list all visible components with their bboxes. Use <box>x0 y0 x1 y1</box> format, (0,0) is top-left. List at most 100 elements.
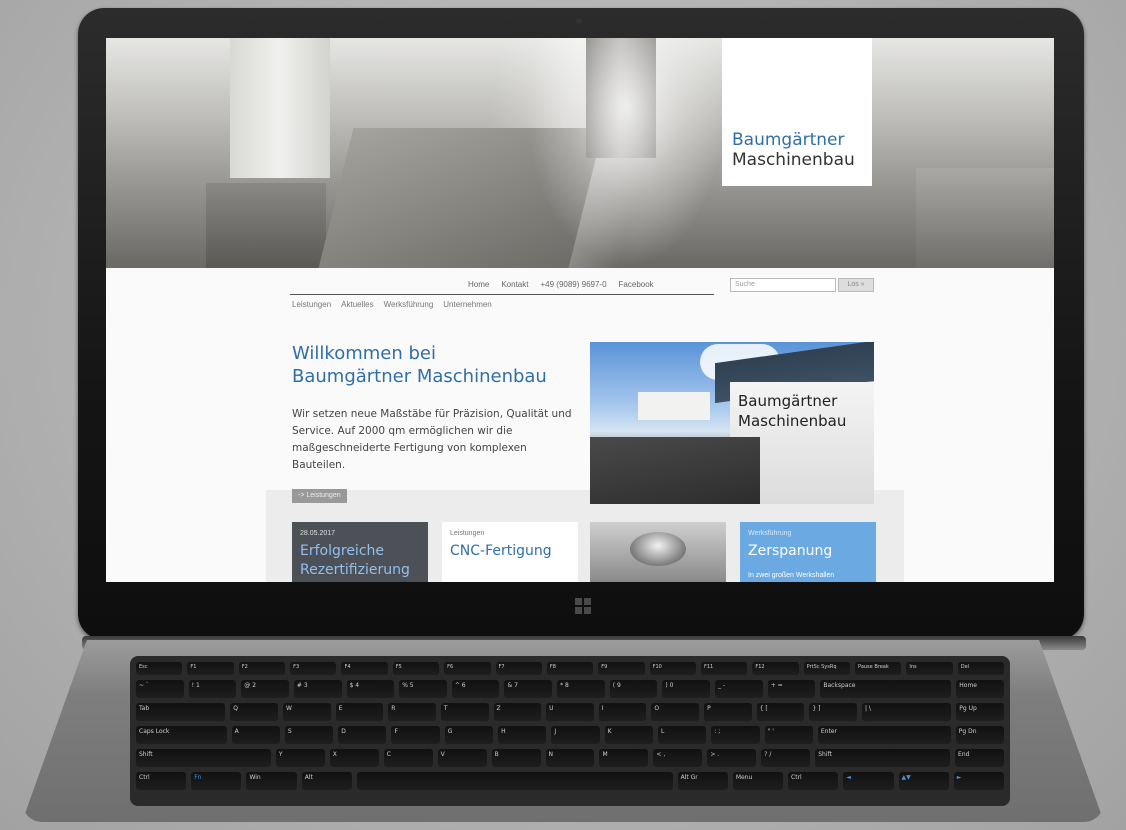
key[interactable]: R <box>388 703 436 721</box>
key[interactable]: U <box>546 703 594 721</box>
key[interactable]: M <box>599 749 649 767</box>
key[interactable]: # 3 <box>293 680 342 698</box>
image-tile[interactable] <box>590 522 726 582</box>
key[interactable]: < , <box>653 749 703 767</box>
key[interactable]: ? / <box>761 749 811 767</box>
tab-key[interactable]: Tab <box>136 703 226 721</box>
key[interactable]: D <box>338 726 387 744</box>
key[interactable]: E <box>335 703 384 721</box>
key[interactable]: $ 4 <box>346 680 395 698</box>
arrow-up-down-icon[interactable]: ▲▼ <box>898 772 949 790</box>
key[interactable]: Z <box>493 703 542 721</box>
caps-lock-key[interactable]: Caps Lock <box>136 726 227 744</box>
key[interactable]: L <box>657 726 707 744</box>
key[interactable]: F3 <box>290 662 337 675</box>
mainnav-leistungen[interactable]: Leistungen <box>292 300 331 309</box>
key[interactable]: % 5 <box>399 680 447 698</box>
alt-gr-key[interactable]: Alt Gr <box>677 772 728 790</box>
site-logo[interactable]: Baumgärtner Maschinenbau <box>722 38 872 186</box>
key[interactable]: ! 1 <box>188 680 237 698</box>
key[interactable]: I <box>598 703 647 721</box>
key[interactable]: O <box>651 703 700 721</box>
key[interactable]: F6 <box>444 662 491 675</box>
mainnav-unternehmen[interactable]: Unternehmen <box>443 300 491 309</box>
key[interactable]: Home <box>956 680 1004 698</box>
key[interactable]: Ins <box>906 662 953 675</box>
key[interactable]: End <box>955 749 1004 767</box>
search-button[interactable]: Los » <box>838 278 874 292</box>
key[interactable]: F8 <box>546 662 594 675</box>
shift-key[interactable]: Shift <box>815 749 951 767</box>
key[interactable]: @ 2 <box>241 680 289 698</box>
mainnav-werksfuehrung[interactable]: Werksführung <box>384 300 434 309</box>
key[interactable]: ( 9 <box>609 680 658 698</box>
key[interactable]: PrtSc SysRq <box>803 662 851 675</box>
topnav-kontakt[interactable]: Kontakt <box>501 280 528 289</box>
leistungen-tile[interactable]: Leistungen CNC-Fertigung <box>442 522 578 582</box>
key[interactable]: { [ <box>756 703 805 721</box>
key[interactable]: G <box>444 726 494 744</box>
key[interactable]: H <box>498 726 547 744</box>
news-tile[interactable]: 28.05.2017 Erfolgreiche Rezertifizierung <box>292 522 428 582</box>
key[interactable]: _ - <box>715 680 763 698</box>
key[interactable]: & 7 <box>504 680 553 698</box>
topnav-facebook[interactable]: Facebook <box>619 280 654 289</box>
werksfuehrung-tile[interactable]: Werksführung Zerspanung In zwei großen W… <box>740 522 876 582</box>
key[interactable]: * 8 <box>557 680 605 698</box>
mainnav-aktuelles[interactable]: Aktuelles <box>341 300 373 309</box>
space-key[interactable] <box>356 772 673 790</box>
key[interactable]: F <box>391 726 440 744</box>
arrow-left-icon[interactable]: ◄ <box>843 772 894 790</box>
key[interactable]: : ; <box>711 726 760 744</box>
key[interactable]: Pg Up <box>956 703 1004 721</box>
alt-key[interactable]: Alt <box>301 772 352 790</box>
key[interactable]: B <box>491 749 541 767</box>
key[interactable]: F11 <box>700 662 748 675</box>
key[interactable]: W <box>282 703 331 721</box>
key[interactable]: F10 <box>649 662 696 675</box>
windows-key-icon[interactable]: Win <box>246 772 297 790</box>
key[interactable]: F2 <box>238 662 286 675</box>
key[interactable]: F12 <box>752 662 799 675</box>
key[interactable]: + = <box>767 680 816 698</box>
key[interactable]: P <box>704 703 752 721</box>
key[interactable]: | \ <box>861 703 952 721</box>
key[interactable]: N <box>545 749 595 767</box>
key[interactable]: F7 <box>495 662 542 675</box>
key[interactable]: A <box>231 726 280 744</box>
key[interactable]: Del <box>957 662 1005 675</box>
key[interactable]: } ] <box>809 703 857 721</box>
key[interactable]: " ' <box>764 726 813 744</box>
key[interactable]: T <box>440 703 489 721</box>
enter-key[interactable]: Enter <box>817 726 951 744</box>
leistungen-button[interactable]: -> Leistungen <box>292 489 347 503</box>
key[interactable]: V <box>437 749 487 767</box>
ctrl-key[interactable]: Ctrl <box>788 772 839 790</box>
arrow-right-icon[interactable]: ► <box>953 772 1004 790</box>
key[interactable]: K <box>604 726 653 744</box>
key[interactable]: Pg Dn <box>955 726 1005 744</box>
key[interactable]: F4 <box>341 662 388 675</box>
key[interactable]: > . <box>707 749 757 767</box>
backspace-key[interactable]: Backspace <box>820 680 952 698</box>
key[interactable]: Y <box>275 749 325 767</box>
key[interactable]: F5 <box>392 662 440 675</box>
menu-key[interactable]: Menu <box>732 772 784 790</box>
key[interactable]: ^ 6 <box>451 680 500 698</box>
key[interactable]: C <box>383 749 433 767</box>
shift-key[interactable]: Shift <box>136 749 271 767</box>
key[interactable]: ~ ` <box>136 680 184 698</box>
ctrl-key[interactable]: Ctrl <box>136 772 187 790</box>
key[interactable]: F1 <box>187 662 234 675</box>
key[interactable]: J <box>551 726 600 744</box>
key[interactable]: F9 <box>598 662 645 675</box>
key[interactable]: Esc <box>136 662 183 675</box>
windows-logo-icon[interactable] <box>575 598 591 614</box>
key[interactable]: Q <box>230 703 278 721</box>
search-input[interactable]: Suche <box>730 278 836 292</box>
topnav-phone[interactable]: +49 (9089) 9697-0 <box>540 280 606 289</box>
key[interactable]: ) 0 <box>662 680 711 698</box>
fn-key[interactable]: Fn <box>191 772 242 790</box>
topnav-home[interactable]: Home <box>468 280 489 289</box>
key[interactable]: Pause Break <box>855 662 902 675</box>
